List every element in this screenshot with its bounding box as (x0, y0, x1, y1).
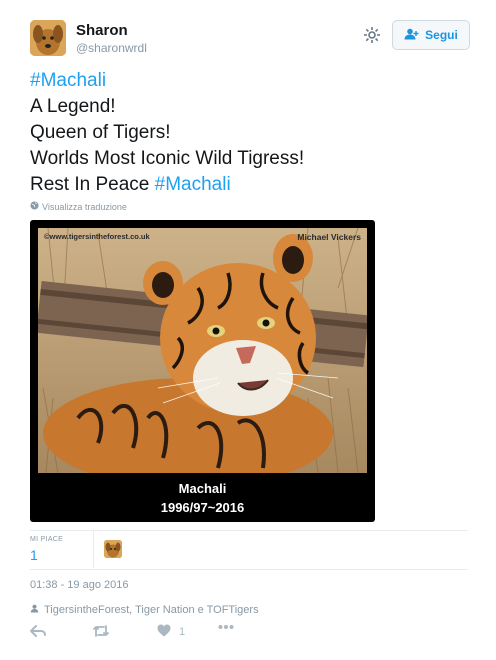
globe-icon (30, 201, 39, 212)
like-count: 1 (179, 626, 186, 638)
divider (30, 530, 468, 531)
follow-button[interactable]: Segui (392, 20, 470, 50)
image-caption-years: 1996/97~2016 (160, 500, 245, 515)
watermark-right: Michael Vickers (297, 232, 361, 242)
reply-icon[interactable] (30, 624, 46, 638)
likes-label: MI PIACE (30, 536, 64, 543)
hashtag-link[interactable]: #Machali (30, 70, 106, 91)
image-caption-name: Machali (178, 481, 227, 496)
tweet-line: Queen of Tigers! (30, 122, 171, 143)
translate-label: Visualizza traduzione (42, 201, 127, 212)
avatar[interactable] (30, 20, 66, 56)
tweet-line: Worlds Most Iconic Wild Tigress! (30, 148, 305, 169)
tweet-media[interactable]: ©www.tigersintheforest.co.uk Michael Vic… (30, 220, 375, 522)
like-button[interactable]: 1 (157, 624, 185, 640)
follow-user-icon (404, 28, 420, 43)
user-handle[interactable]: @sharonwrdl (76, 41, 147, 55)
tweet-line: A Legend! (30, 96, 116, 117)
more-icon[interactable] (218, 624, 234, 630)
tweet-text: #Machali A Legend! Queen of Tigers! Worl… (30, 68, 470, 198)
tweet-header: Sharon @sharonwrdl Segui (30, 20, 470, 60)
followed-by-text[interactable]: TigersintheForest, Tiger Nation e TOFTig… (44, 604, 259, 616)
translate-link[interactable]: Visualizza traduzione (30, 201, 127, 212)
watermark-left: ©www.tigersintheforest.co.uk (44, 232, 150, 241)
liker-avatar[interactable] (104, 540, 122, 558)
tweet-timestamp[interactable]: 01:38 - 19 ago 2016 (30, 579, 128, 591)
tweet-actions: 1 (30, 624, 330, 642)
likes-count: 1 (30, 547, 38, 563)
heart-icon (157, 624, 171, 640)
divider (93, 530, 94, 568)
likes-stat[interactable]: MI PIACE 1 (30, 536, 90, 563)
hashtag-link[interactable]: #Machali (155, 174, 231, 195)
tiger-photo: ©www.tigersintheforest.co.uk Michael Vic… (38, 228, 367, 473)
user-icon (30, 604, 39, 616)
follow-label: Segui (425, 28, 458, 42)
display-name[interactable]: Sharon (76, 22, 128, 39)
divider (30, 569, 468, 570)
followed-by: TigersintheForest, Tiger Nation e TOFTig… (30, 604, 259, 616)
gear-icon[interactable] (362, 25, 382, 45)
tweet-line: Rest In Peace (30, 174, 155, 195)
retweet-icon[interactable] (92, 624, 110, 638)
